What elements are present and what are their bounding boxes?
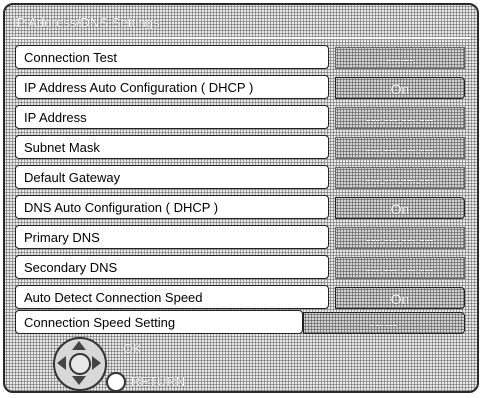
arrow-left-icon: [57, 356, 66, 370]
directional-pad-icon: [53, 337, 107, 391]
ip-auto-config-value[interactable]: On: [335, 77, 465, 99]
row-connection-test[interactable]: Connection Test ------: [5, 45, 477, 69]
arrow-right-icon: [92, 356, 101, 370]
connection-speed-setting-value[interactable]: ------: [303, 312, 465, 334]
page-title: IP Address/DNS Settings: [13, 15, 160, 30]
row-secondary-dns[interactable]: Secondary DNS ---.---.---.---: [5, 255, 477, 279]
title-divider: [11, 37, 471, 39]
row-auto-detect-speed[interactable]: Auto Detect Connection Speed On: [5, 285, 477, 309]
connection-test-value: ------: [335, 47, 465, 69]
connection-test-label[interactable]: Connection Test: [15, 45, 329, 69]
primary-dns-value: ---.---.---.---: [335, 227, 465, 249]
return-button-icon: [106, 372, 126, 391]
ok-button-icon: [69, 353, 91, 375]
arrow-up-icon: [72, 341, 86, 350]
row-dns-auto-config[interactable]: DNS Auto Configuration ( DHCP ) On: [5, 195, 477, 219]
row-primary-dns[interactable]: Primary DNS ---.---.---.---: [5, 225, 477, 249]
secondary-dns-label[interactable]: Secondary DNS: [15, 255, 329, 279]
row-default-gateway[interactable]: Default Gateway ---.---.---.---: [5, 165, 477, 189]
dns-auto-config-label[interactable]: DNS Auto Configuration ( DHCP ): [15, 195, 329, 219]
dns-auto-config-value[interactable]: On: [335, 197, 465, 219]
default-gateway-label[interactable]: Default Gateway: [15, 165, 329, 189]
connection-speed-setting-label[interactable]: Connection Speed Setting: [15, 310, 303, 334]
auto-detect-speed-label[interactable]: Auto Detect Connection Speed: [15, 285, 329, 309]
subnet-mask-value: ---.---.---.---: [335, 137, 465, 159]
ok-hint-label: OK: [123, 341, 142, 356]
subnet-mask-label[interactable]: Subnet Mask: [15, 135, 329, 159]
settings-screen: IP Address/DNS Settings Connection Test …: [3, 3, 479, 393]
row-subnet-mask[interactable]: Subnet Mask ---.---.---.---: [5, 135, 477, 159]
ip-address-label[interactable]: IP Address: [15, 105, 329, 129]
ip-auto-config-label[interactable]: IP Address Auto Configuration ( DHCP ): [15, 75, 329, 99]
primary-dns-label[interactable]: Primary DNS: [15, 225, 329, 249]
row-ip-address[interactable]: IP Address ---.---.---.---: [5, 105, 477, 129]
auto-detect-speed-value[interactable]: On: [335, 287, 465, 309]
return-hint-label: RETURN: [131, 374, 186, 389]
arrow-down-icon: [72, 376, 86, 385]
default-gateway-value: ---.---.---.---: [335, 167, 465, 189]
row-connection-speed-setting[interactable]: Connection Speed Setting ------: [5, 310, 477, 334]
row-ip-auto-config[interactable]: IP Address Auto Configuration ( DHCP ) O…: [5, 75, 477, 99]
ip-address-value: ---.---.---.---: [335, 107, 465, 129]
secondary-dns-value: ---.---.---.---: [335, 257, 465, 279]
